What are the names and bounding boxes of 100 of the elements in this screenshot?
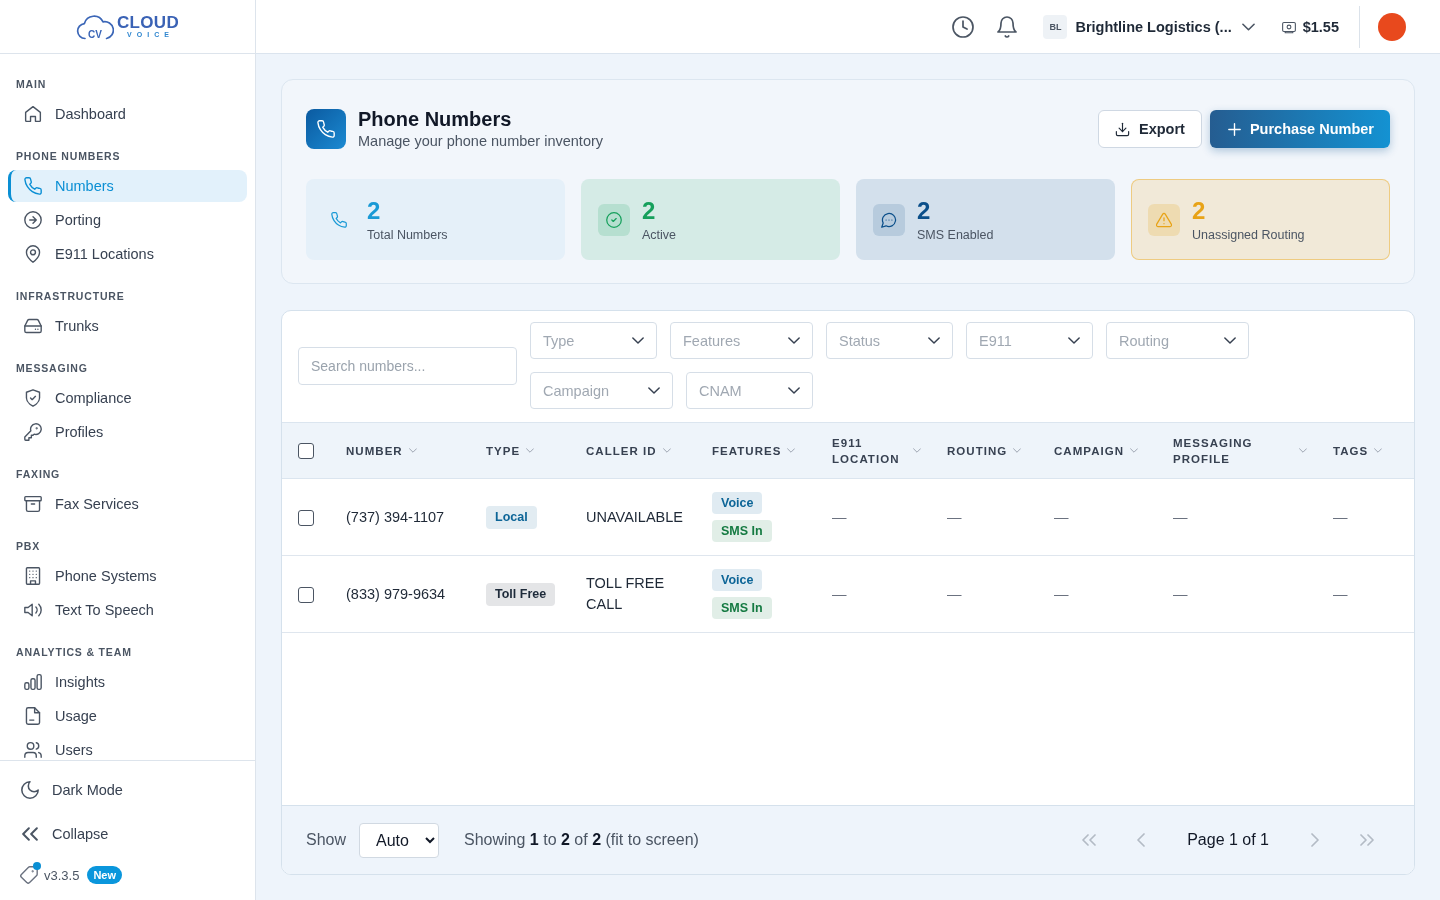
document-icon	[24, 707, 42, 725]
export-button[interactable]: Export	[1097, 110, 1202, 148]
nav-item[interactable]: Phone Systems	[8, 560, 247, 592]
purchase-number-button[interactable]: Purchase Number	[1209, 110, 1390, 148]
nav-item[interactable]: Fax Services	[8, 488, 247, 520]
caller-id-text: UNAVAILABLE	[586, 508, 683, 525]
sort-chevron-icon	[1013, 448, 1022, 453]
sort-chevron-icon	[1299, 448, 1307, 453]
sort-chevron-icon	[1130, 448, 1139, 453]
chevron-down-icon	[788, 337, 800, 344]
phone-number-text: (737) 394-1107	[346, 508, 445, 525]
speaker-icon	[24, 601, 42, 619]
sort-chevron-icon	[913, 448, 921, 453]
section-label: MESSAGING	[15, 361, 89, 375]
empty-value-dash: —	[1173, 585, 1188, 602]
column-header[interactable]: MESSAGING PROFILE	[1173, 434, 1293, 467]
sort-chevron-icon	[787, 448, 796, 453]
nav-item[interactable]: Usage	[8, 700, 247, 732]
page-size-select[interactable]: Auto	[359, 822, 440, 858]
nav-item[interactable]: Trunks	[8, 310, 247, 342]
chevron-down-icon	[1241, 22, 1255, 31]
row-checkbox[interactable]	[298, 586, 314, 603]
chevron-down-icon	[1068, 337, 1080, 344]
empty-value-dash: —	[1173, 508, 1188, 525]
tag-icon	[20, 866, 38, 884]
chevron-down-icon	[1224, 337, 1236, 344]
search-field[interactable]: Search numbers...	[298, 346, 517, 385]
double-chevron-left-icon	[1082, 833, 1097, 847]
double-chevron-left-icon	[22, 827, 38, 841]
type-tag: Local	[486, 505, 537, 529]
column-header[interactable]: CALLER ID	[586, 442, 657, 459]
select-all-checkbox[interactable]	[298, 443, 314, 460]
double-chevron-right-icon	[1360, 833, 1374, 847]
chat-bubble-tile-icon	[873, 203, 905, 236]
row-checkbox[interactable]	[298, 509, 314, 526]
page-subtitle: Manage your phone number inventory	[358, 132, 604, 151]
stat-label: SMS Enabled	[917, 226, 994, 243]
empty-value-dash: —	[1333, 508, 1348, 525]
bell-icon[interactable]	[996, 15, 1019, 38]
stat-label: Unassigned Routing	[1192, 226, 1305, 243]
clock-icon[interactable]	[952, 15, 975, 38]
balance-amount: $1.55	[1302, 18, 1339, 35]
nav-item[interactable]: Insights	[8, 666, 247, 698]
nav-item[interactable]: Compliance	[8, 382, 247, 414]
column-header[interactable]: FEATURES	[712, 442, 782, 459]
phone-icon	[331, 211, 347, 228]
key-icon	[24, 423, 42, 441]
nav-item[interactable]: Users	[8, 734, 247, 760]
section-label: ANALYTICS & TEAM	[15, 645, 133, 659]
account-selector[interactable]: BL Brightline Logistics (...	[1043, 14, 1255, 39]
phone-tile-icon	[306, 109, 346, 149]
stat-label: Active	[642, 226, 677, 243]
stat-value: 2	[1192, 196, 1207, 225]
logo-name: CLOUD	[117, 14, 179, 31]
check-circle-tile-icon	[598, 203, 630, 236]
banknote-icon	[1280, 19, 1297, 34]
drive-icon	[24, 317, 42, 335]
column-header[interactable]: TAGS	[1333, 442, 1369, 459]
chevron-down-icon	[648, 387, 660, 394]
phone-number-text: (833) 979-9634	[346, 585, 446, 602]
dark-mode-button[interactable]: Dark Mode	[12, 772, 247, 808]
nav-item[interactable]: Profiles	[8, 416, 247, 448]
empty-value-dash: —	[832, 508, 847, 525]
chevron-down-icon	[632, 337, 644, 344]
stat-value: 2	[367, 196, 382, 225]
column-header[interactable]: NUMBER	[346, 442, 403, 459]
cloud-logo-icon	[76, 13, 114, 40]
nav-item[interactable]: Dashboard	[8, 98, 247, 130]
collapse-button[interactable]: Collapse	[12, 816, 247, 852]
column-header[interactable]: TYPE	[486, 442, 521, 459]
user-avatar[interactable]	[1378, 12, 1406, 41]
caller-id-text: TOLL FREE CALL	[586, 575, 665, 612]
users-icon	[24, 741, 42, 759]
empty-value-dash: —	[832, 585, 847, 602]
empty-value-dash: —	[1333, 585, 1348, 602]
column-header[interactable]: CAMPAIGN	[1054, 442, 1125, 459]
sort-chevron-icon	[526, 448, 535, 453]
column-header[interactable]: ROUTING	[947, 442, 1008, 459]
page-indicator: Page 1 of 1	[1187, 831, 1269, 849]
warning-triangle-tile-icon	[1148, 203, 1180, 236]
column-header[interactable]: E911 LOCATION	[832, 434, 907, 467]
new-badge: New	[87, 866, 123, 884]
logo-monogram: CV	[88, 29, 102, 40]
section-label: FAXING	[15, 467, 62, 481]
building-icon	[24, 567, 42, 585]
nav-item[interactable]: Porting	[8, 204, 247, 236]
section-label: PBX	[15, 539, 42, 553]
arrow-circle-icon	[24, 211, 42, 229]
plus-icon	[1227, 122, 1241, 136]
sort-chevron-icon	[662, 448, 671, 453]
feature-tag: Voice	[712, 569, 763, 591]
nav-item[interactable]: E911 Locations	[8, 238, 247, 270]
empty-value-dash: —	[947, 508, 962, 525]
section-label: MAIN	[15, 77, 48, 91]
nav-item[interactable]: Text To Speech	[8, 594, 247, 626]
empty-value-dash: —	[947, 585, 962, 602]
phone-icon	[24, 177, 42, 195]
empty-value-dash: —	[1054, 585, 1069, 602]
house-icon	[24, 105, 42, 123]
results-summary: Showing 1 to 2 of 2 (fit to screen)	[464, 831, 699, 849]
